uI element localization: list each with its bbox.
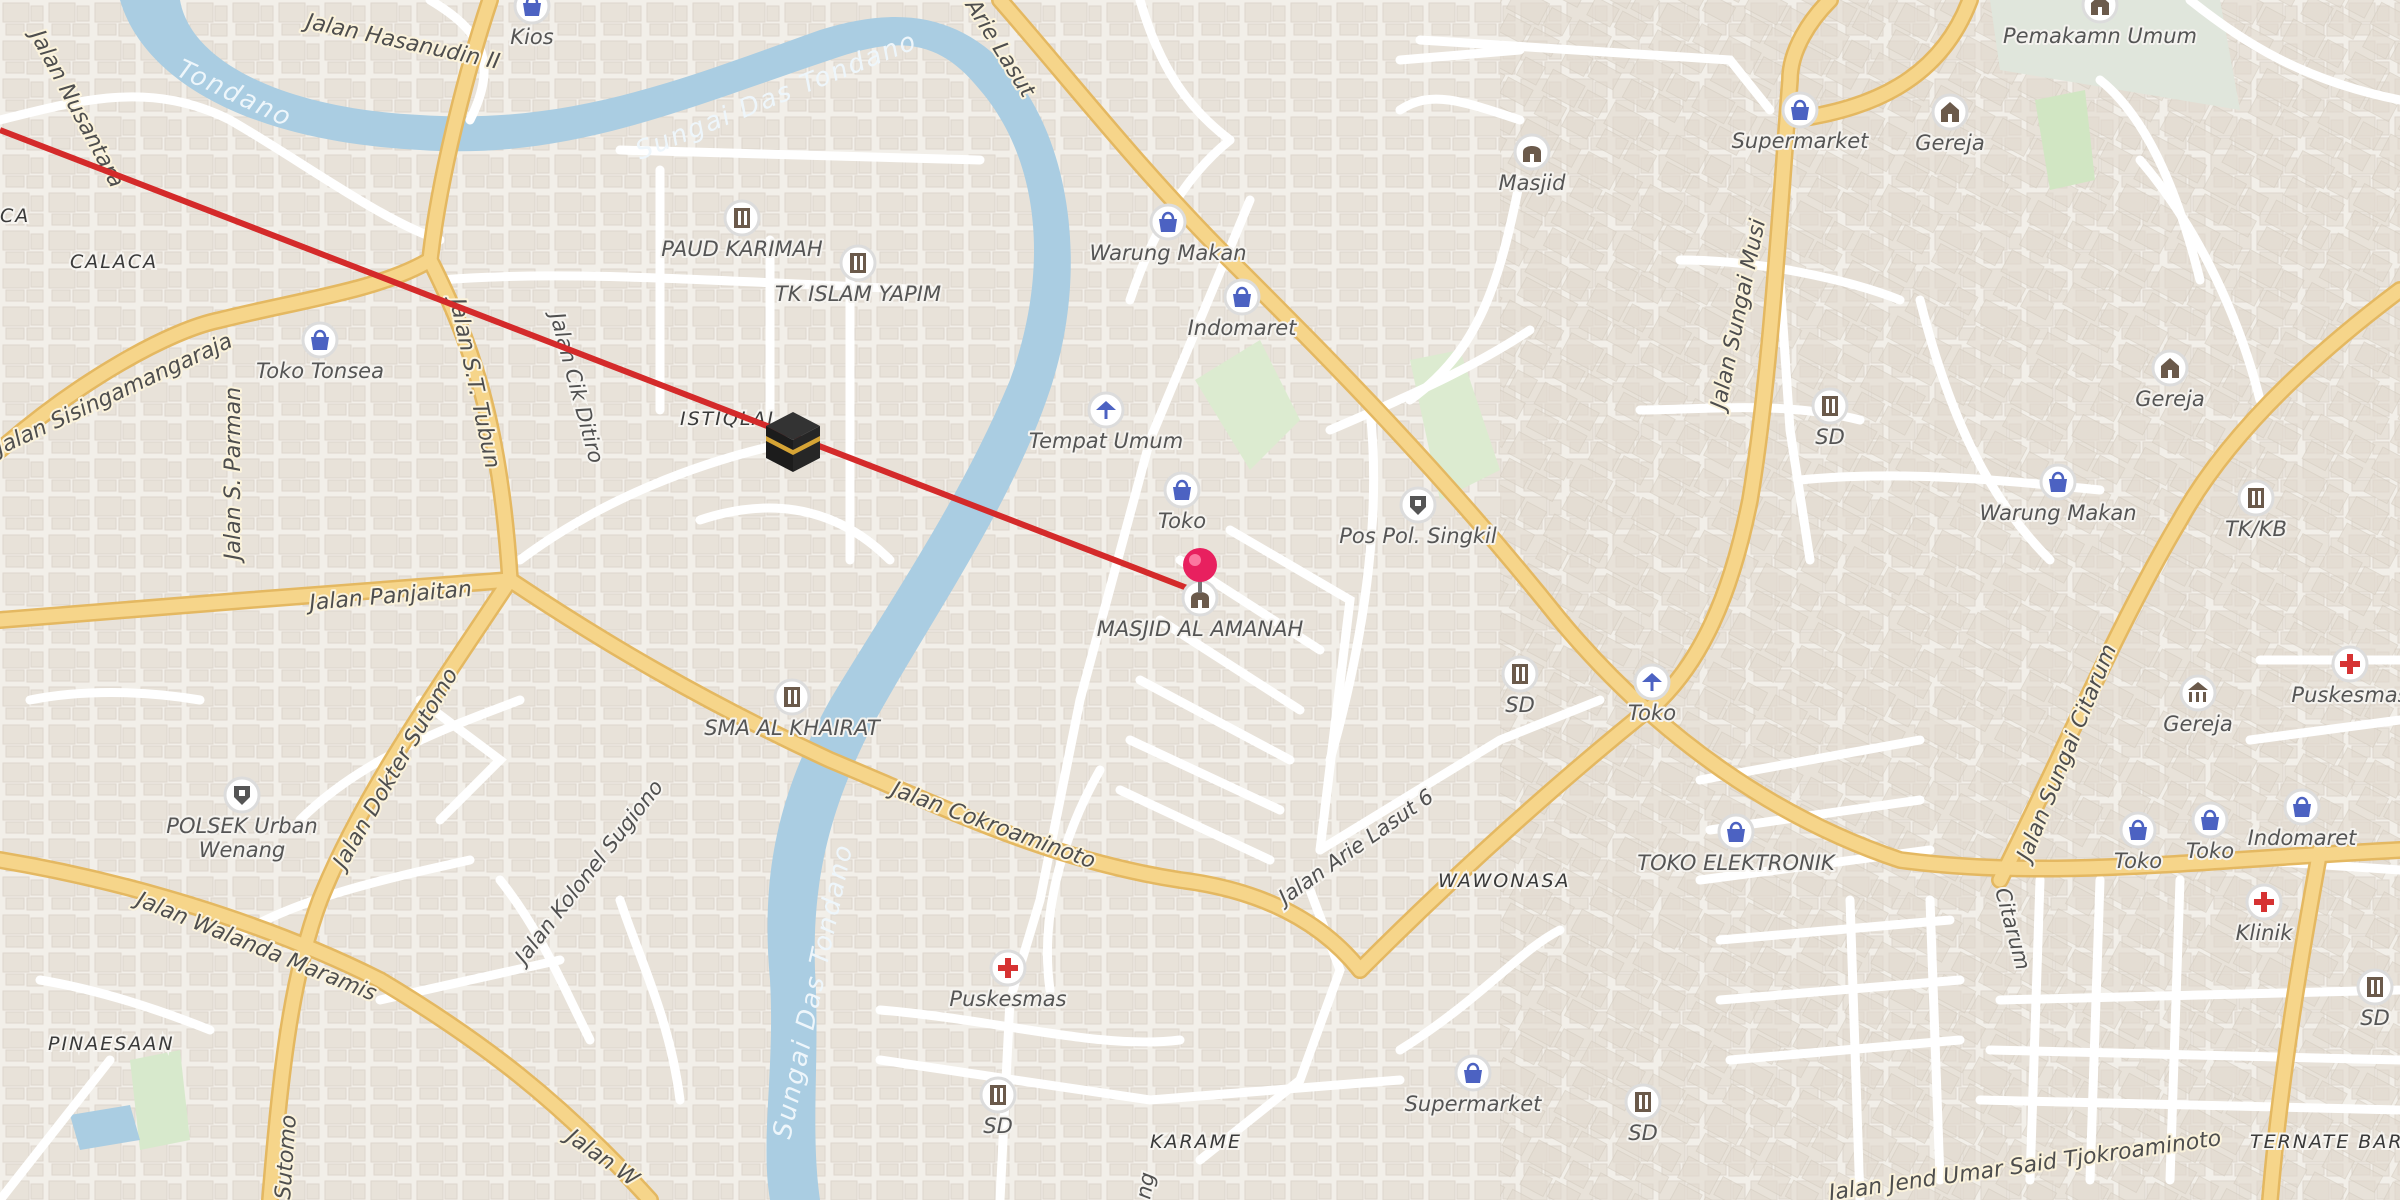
area-label-pinaesaan: PINAESAAN bbox=[48, 1033, 175, 1055]
poi-label: Masjid bbox=[1499, 171, 1567, 195]
shop-icon bbox=[2039, 463, 2077, 501]
poi-shop-icon[interactable]: Kios bbox=[508, 0, 556, 51]
poi-school-icon[interactable]: SD bbox=[2356, 968, 2394, 1032]
poi-label: Warung Makan bbox=[1979, 501, 2136, 525]
area-label-calaca: CALACA bbox=[70, 251, 158, 273]
clinic-icon bbox=[2331, 645, 2369, 683]
poi-label: Kios bbox=[510, 25, 553, 49]
police-icon bbox=[1399, 486, 1437, 524]
poi-label: Pemakamn Umum bbox=[2003, 24, 2197, 48]
school-icon bbox=[1811, 387, 1849, 425]
shop-icon bbox=[2191, 801, 2229, 839]
poi-label: Puskesmas bbox=[949, 987, 1066, 1011]
shop-icon bbox=[1717, 813, 1755, 851]
poi-label: SD bbox=[983, 1114, 1013, 1138]
building-blocks-east bbox=[1500, 0, 2400, 1200]
clinic-icon bbox=[2245, 883, 2283, 921]
poi-label: Gereja bbox=[1915, 131, 1984, 155]
shelter-icon bbox=[1087, 391, 1125, 429]
shop-icon bbox=[1163, 471, 1201, 509]
school-icon bbox=[773, 678, 811, 716]
school-icon bbox=[839, 244, 877, 282]
shop-icon bbox=[301, 321, 339, 359]
map-canvas[interactable]: Sungai Das Tondano Sungai Das Tondano To… bbox=[0, 0, 2400, 1200]
park-area bbox=[130, 1050, 190, 1150]
poi-label: Toko bbox=[2114, 849, 2162, 873]
chapel-icon bbox=[2179, 674, 2217, 712]
poi-label: Gereja bbox=[2135, 387, 2204, 411]
school-icon bbox=[1624, 1083, 1662, 1121]
school-icon bbox=[723, 199, 761, 237]
church-icon bbox=[1931, 93, 1969, 131]
poi-school-icon[interactable]: SD bbox=[1624, 1083, 1662, 1147]
street-label: Jalan S. Parman bbox=[221, 387, 246, 564]
area-label-ternate-baru: TERNATE BARU bbox=[2250, 1131, 2400, 1153]
school-icon bbox=[2237, 479, 2275, 517]
poi-label: SD bbox=[1815, 425, 1845, 449]
poi-school-icon[interactable]: SD bbox=[979, 1076, 1017, 1140]
poi-label: TK/KB bbox=[2225, 517, 2287, 541]
poi-label: Toko Tonsea bbox=[256, 359, 384, 383]
shop-icon bbox=[2283, 788, 2321, 826]
shop-icon bbox=[2119, 811, 2157, 849]
church-icon bbox=[2151, 349, 2189, 387]
poi-label: Warung Makan bbox=[1089, 241, 1246, 265]
poi-label: Supermarket bbox=[1732, 129, 1870, 153]
poi-label: Puskesmas bbox=[2291, 683, 2400, 707]
shop-icon bbox=[1454, 1054, 1492, 1092]
poi-label: PAUD KARIMAH bbox=[661, 237, 823, 261]
poi-label: SD bbox=[1505, 693, 1535, 717]
poi-label: Wenang bbox=[199, 838, 286, 862]
shop-icon bbox=[1223, 278, 1261, 316]
poi-label: Indomaret bbox=[1188, 316, 1298, 340]
poi-label: POLSEK Urban bbox=[166, 814, 317, 838]
poi-label: Toko bbox=[1628, 701, 1676, 725]
poi-school-icon[interactable]: SD bbox=[1811, 387, 1849, 451]
poi-label: SD bbox=[1628, 1121, 1658, 1145]
poi-label: SD bbox=[2360, 1006, 2390, 1030]
police-icon bbox=[223, 776, 261, 814]
school-icon bbox=[1501, 655, 1539, 693]
poi-school-icon[interactable]: SD bbox=[1501, 655, 1539, 719]
mosque-icon bbox=[1513, 133, 1551, 171]
cemetery-icon bbox=[2081, 0, 2119, 24]
shop-icon bbox=[1781, 91, 1819, 129]
poi-label: Gereja bbox=[2163, 712, 2232, 736]
area-label-wawonasa: WAWONASA bbox=[1438, 870, 1571, 892]
poi-label: TK ISLAM YAPIM bbox=[775, 282, 941, 306]
school-icon bbox=[2356, 968, 2394, 1006]
poi-label: Toko bbox=[1158, 509, 1206, 533]
poi-label: SMA AL KHAIRAT bbox=[704, 716, 882, 740]
poi-label: Supermarket bbox=[1405, 1092, 1543, 1116]
shop-icon bbox=[513, 0, 551, 25]
poi-label: MASJID AL AMANAH bbox=[1097, 617, 1304, 641]
poi-label: Indomaret bbox=[2248, 826, 2358, 850]
school-icon bbox=[979, 1076, 1017, 1114]
poi-label: TOKO ELEKTRONIK bbox=[1637, 851, 1837, 875]
area-label-ca: CA bbox=[0, 205, 30, 227]
toilet-icon bbox=[1633, 663, 1671, 701]
poi-label: Pos Pol. Singkil bbox=[1339, 524, 1497, 548]
poi-label: Tempat Umum bbox=[1029, 429, 1183, 453]
clinic-icon bbox=[989, 949, 1027, 987]
shop-icon bbox=[1149, 203, 1187, 241]
poi-label: Klinik bbox=[2236, 921, 2294, 945]
poi-label: Toko bbox=[2186, 839, 2234, 863]
street-label: ng bbox=[1131, 1170, 1159, 1200]
area-label-karame: KARAME bbox=[1150, 1131, 1242, 1153]
